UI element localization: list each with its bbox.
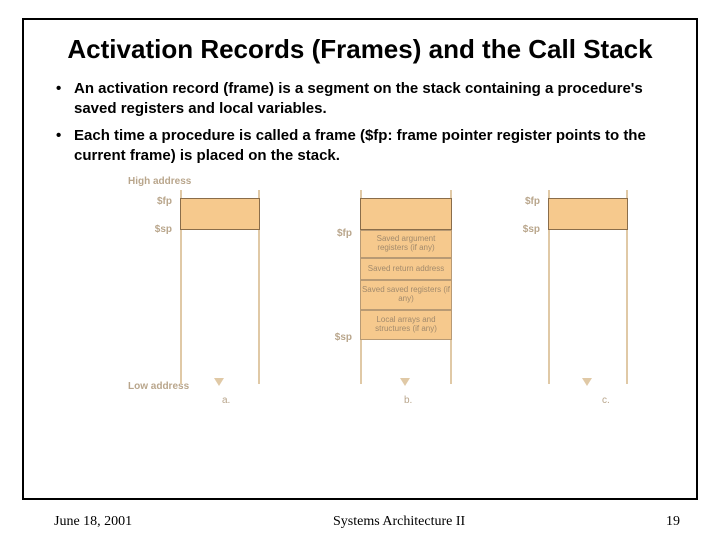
bullet-text: Each time a procedure is called a frame … xyxy=(74,126,678,167)
bullets: • An activation record (frame) is a segm… xyxy=(56,79,678,166)
stack-diagram: High address Low address $fp $sp a. Save… xyxy=(42,176,678,406)
stack-col-b: Saved argument registers (if any) Saved … xyxy=(304,190,434,384)
stack-col-a: $fp $sp xyxy=(124,190,254,384)
sp-label: $sp xyxy=(304,332,352,343)
footer-date: June 18, 2001 xyxy=(54,514,132,530)
col-label-a: a. xyxy=(222,395,230,406)
frame-box xyxy=(180,198,260,230)
footer-course: Systems Architecture II xyxy=(333,514,465,530)
down-arrow-icon xyxy=(400,378,410,386)
frame-seg-return: Saved return address xyxy=(360,258,452,280)
bullet-dot: • xyxy=(56,126,74,167)
bullet-text: An activation record (frame) is a segmen… xyxy=(74,79,678,120)
fp-label: $fp xyxy=(304,228,352,239)
stack-col-c: $fp $sp xyxy=(492,190,622,384)
frame-box xyxy=(360,198,452,230)
frame-seg-args: Saved argument registers (if any) xyxy=(360,230,452,258)
footer-page: 19 xyxy=(666,514,680,530)
sp-label: $sp xyxy=(492,224,540,235)
frame-seg-saved: Saved saved registers (if any) xyxy=(360,280,452,310)
down-arrow-icon xyxy=(582,378,592,386)
slide-title: Activation Records (Frames) and the Call… xyxy=(42,34,678,65)
down-arrow-icon xyxy=(214,378,224,386)
col-label-b: b. xyxy=(404,395,412,406)
col-label-c: c. xyxy=(602,395,610,406)
bullet-item: • An activation record (frame) is a segm… xyxy=(56,79,678,120)
frame-seg-locals: Local arrays and structures (if any) xyxy=(360,310,452,340)
bullet-item: • Each time a procedure is called a fram… xyxy=(56,126,678,167)
slide-frame: Activation Records (Frames) and the Call… xyxy=(22,18,698,500)
slide-footer: June 18, 2001 Systems Architecture II 19 xyxy=(54,514,680,530)
fp-label: $fp xyxy=(124,196,172,207)
frame-box xyxy=(548,198,628,230)
bullet-dot: • xyxy=(56,79,74,120)
high-address-label: High address xyxy=(128,176,191,187)
sp-label: $sp xyxy=(124,224,172,235)
fp-label: $fp xyxy=(492,196,540,207)
